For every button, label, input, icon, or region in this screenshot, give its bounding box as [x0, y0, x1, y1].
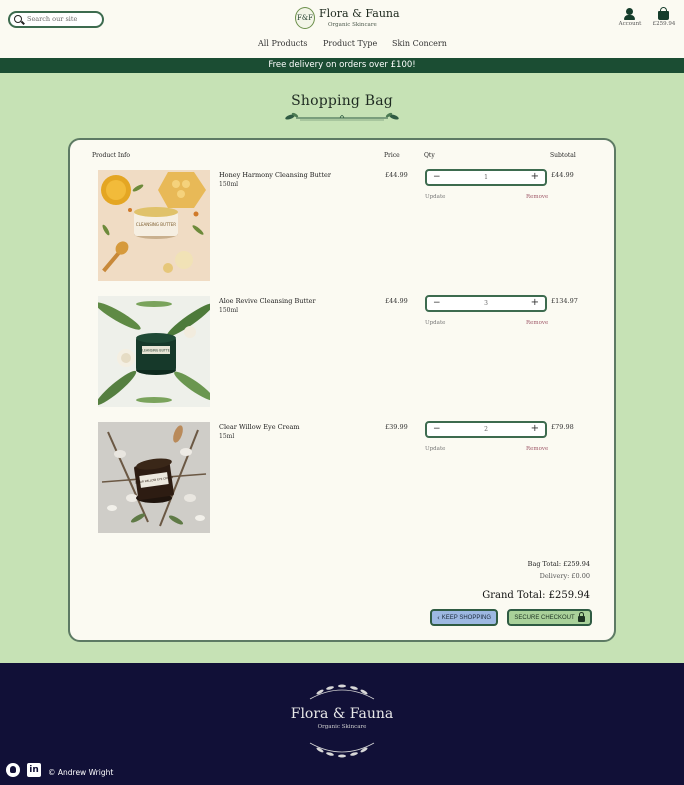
- quantity-input[interactable]: 2: [427, 426, 545, 433]
- bag-item-row: CLEAR WILLOW EYE CREAM Clear Willow Eye …: [98, 421, 598, 534]
- laurel-icon: [309, 684, 375, 758]
- account-icon: [626, 8, 633, 15]
- linkedin-icon[interactable]: in: [27, 763, 41, 777]
- site-header: Search our site F&F Flora & Fauna Organi…: [0, 0, 684, 58]
- product-subtotal: £44.99: [551, 171, 574, 179]
- update-link[interactable]: Update: [425, 194, 445, 200]
- keep-shopping-button[interactable]: ‹ KEEP SHOPPING: [430, 609, 498, 626]
- copyright: © Andrew Wright: [48, 768, 114, 777]
- keep-shopping-label: KEEP SHOPPING: [441, 614, 492, 621]
- bag-card: Product Info Price Qty Subtotal CLEANSIN…: [68, 138, 616, 642]
- bag-total: Bag Total: £259.94: [527, 560, 590, 568]
- main-content: Shopping Bag Product Info Price Qty Subt…: [0, 73, 684, 663]
- svg-text:CLEANSING BUTTER: CLEANSING BUTTER: [140, 349, 173, 353]
- product-name[interactable]: Honey Harmony Cleansing Butter: [219, 171, 331, 179]
- footer-logo[interactable]: Flora & Fauna Organic Skincare: [280, 679, 404, 765]
- brand-logo[interactable]: F&F Flora & Fauna Organic Skincare: [295, 6, 405, 32]
- header-subtotal: Subtotal: [550, 152, 576, 159]
- bag-item-row: CLEANSING BUTTER Aloe Revive Cleansing B…: [98, 295, 598, 408]
- increment-button[interactable]: +: [531, 423, 539, 434]
- site-footer: Flora & Fauna Organic Skincare in © Andr…: [0, 663, 684, 785]
- quantity-stepper: − 1 +: [425, 169, 547, 186]
- quantity-input[interactable]: 1: [427, 174, 545, 181]
- secure-checkout-button[interactable]: SECURE CHECKOUT: [507, 609, 592, 626]
- header-price: Price: [384, 152, 400, 159]
- promo-banner: Free delivery on orders over £100!: [0, 58, 684, 73]
- account-button[interactable]: Account: [616, 7, 644, 31]
- monogram-icon: F&F: [295, 7, 315, 29]
- brand-name: Flora & Fauna: [319, 7, 400, 20]
- bag-button[interactable]: £259.94: [649, 7, 679, 31]
- secure-checkout-label: SECURE CHECKOUT: [514, 614, 575, 621]
- bag-total-label: £259.94: [652, 21, 676, 27]
- product-subtotal: £134.97: [551, 297, 578, 305]
- quantity-input[interactable]: 3: [427, 300, 545, 307]
- chevron-left-icon: ‹: [436, 613, 440, 622]
- product-price: £39.99: [385, 423, 408, 431]
- footer-brand-name: Flora & Fauna: [290, 706, 394, 722]
- page-title: Shopping Bag: [291, 93, 393, 109]
- footer-tagline: Organic Skincare: [317, 724, 367, 730]
- update-link[interactable]: Update: [425, 320, 445, 326]
- product-size: 150ml: [219, 307, 239, 314]
- nav-all-products[interactable]: All Products: [258, 39, 308, 48]
- product-image[interactable]: CLEANSING BUTTER: [98, 170, 210, 281]
- product-size: 150ml: [219, 181, 239, 188]
- product-image[interactable]: CLEANSING BUTTER: [98, 296, 210, 407]
- lock-icon: [577, 611, 585, 622]
- header-product-info: Product Info: [92, 152, 130, 159]
- increment-button[interactable]: +: [531, 297, 539, 308]
- product-name[interactable]: Clear Willow Eye Cream: [219, 423, 300, 431]
- leaf-divider-icon: [285, 112, 399, 121]
- product-price: £44.99: [385, 171, 408, 179]
- brand-tagline: Organic Skincare: [328, 22, 377, 28]
- product-subtotal: £79.98: [551, 423, 574, 431]
- nav-product-type[interactable]: Product Type: [323, 39, 377, 48]
- github-icon[interactable]: [6, 763, 20, 777]
- svg-text:CLEANSING BUTTER: CLEANSING BUTTER: [136, 222, 176, 227]
- header-qty: Qty: [424, 152, 435, 159]
- search-placeholder: Search our site: [27, 15, 78, 23]
- nav-skin-concern[interactable]: Skin Concern: [392, 39, 447, 48]
- quantity-stepper: − 3 +: [425, 295, 547, 312]
- product-name[interactable]: Aloe Revive Cleansing Butter: [219, 297, 316, 305]
- bag-item-row: CLEANSING BUTTER Honey Harmony Cleansing…: [98, 169, 598, 282]
- quantity-stepper: − 2 +: [425, 421, 547, 438]
- update-link[interactable]: Update: [425, 446, 445, 452]
- remove-link[interactable]: Remove: [526, 320, 548, 326]
- search-icon: [14, 15, 22, 23]
- product-size: 15ml: [219, 433, 235, 440]
- account-label: Account: [618, 21, 642, 27]
- remove-link[interactable]: Remove: [526, 446, 548, 452]
- product-image[interactable]: CLEAR WILLOW EYE CREAM: [98, 422, 210, 533]
- grand-total: Grand Total: £259.94: [482, 590, 590, 601]
- remove-link[interactable]: Remove: [526, 194, 548, 200]
- product-price: £44.99: [385, 297, 408, 305]
- delivery-cost: Delivery: £0.00: [539, 572, 590, 580]
- search-input[interactable]: Search our site: [8, 11, 104, 28]
- increment-button[interactable]: +: [531, 171, 539, 182]
